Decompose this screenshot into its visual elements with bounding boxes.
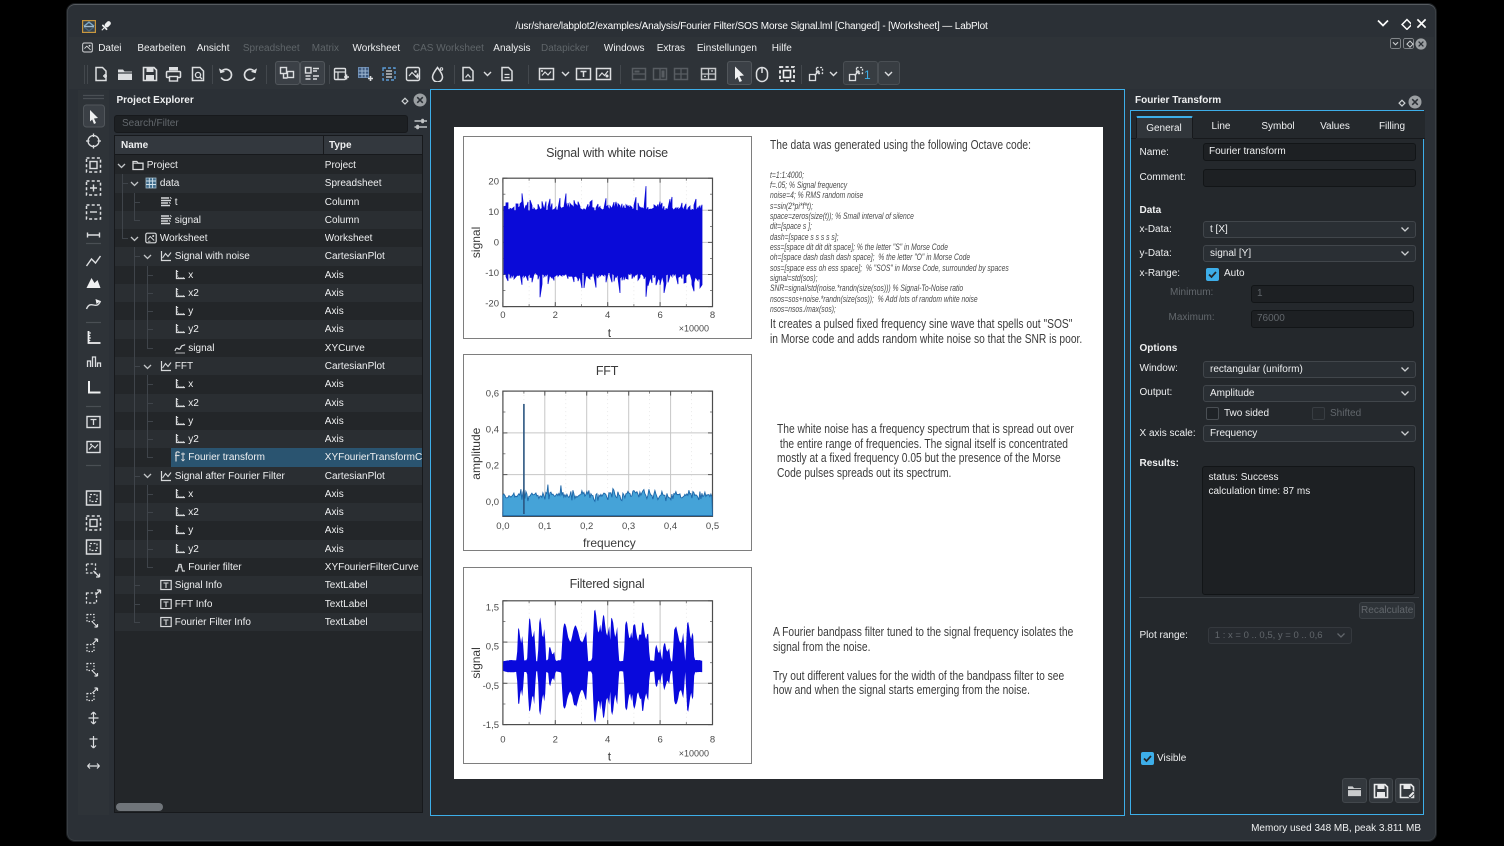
svg-text:0,0: 0,0 [496, 521, 509, 532]
svg-text:-0,5: -0,5 [482, 681, 498, 692]
svg-text:0: 0 [493, 237, 498, 248]
svg-text:0: 0 [500, 310, 505, 321]
svg-text:frequency: frequency [583, 536, 636, 550]
svg-text:0,4: 0,4 [663, 521, 676, 532]
svg-text:×10000: ×10000 [678, 748, 708, 758]
svg-text:0,2: 0,2 [580, 521, 593, 532]
svg-text:6: 6 [657, 310, 662, 321]
svg-text:0: 0 [500, 734, 505, 745]
svg-text:10: 10 [488, 207, 499, 218]
svg-text:0,5: 0,5 [705, 521, 718, 532]
svg-text:-1,5: -1,5 [482, 720, 498, 731]
svg-text:-20: -20 [485, 298, 499, 309]
svg-text:×10000: ×10000 [678, 323, 708, 333]
svg-text:t: t [607, 326, 611, 338]
svg-text:0,4: 0,4 [485, 425, 498, 436]
svg-text:t: t [607, 749, 611, 763]
svg-text:signal: signal [469, 227, 483, 258]
svg-text:0,6: 0,6 [485, 389, 498, 400]
svg-text:6: 6 [657, 734, 662, 745]
svg-text:0,2: 0,2 [485, 461, 498, 472]
svg-text:1,5: 1,5 [485, 602, 498, 613]
svg-text:20: 20 [488, 176, 499, 187]
svg-text:2: 2 [552, 310, 557, 321]
svg-text:2: 2 [552, 734, 557, 745]
svg-text:0,1: 0,1 [538, 521, 551, 532]
svg-text:-10: -10 [485, 268, 499, 279]
svg-text:8: 8 [709, 310, 714, 321]
svg-text:signal: signal [469, 647, 483, 678]
svg-text:4: 4 [605, 310, 610, 321]
svg-text:8: 8 [709, 734, 714, 745]
svg-text:0,0: 0,0 [485, 497, 498, 508]
svg-text:0,3: 0,3 [621, 521, 634, 532]
svg-text:amplitude: amplitude [469, 427, 483, 479]
svg-text:0,5: 0,5 [485, 641, 498, 652]
svg-text:4: 4 [605, 734, 610, 745]
